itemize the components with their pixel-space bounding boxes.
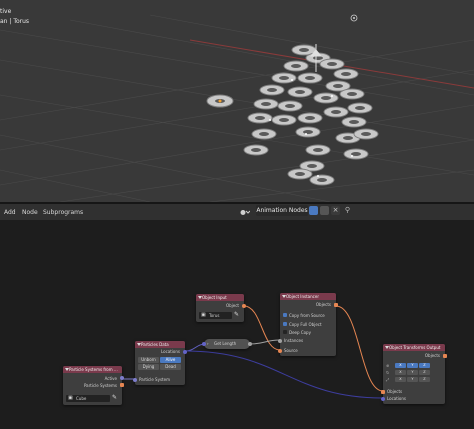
object-field-value: Torus xyxy=(209,313,220,318)
loc-x-toggle[interactable]: X xyxy=(395,363,406,368)
node-title: Particles Data xyxy=(141,342,169,347)
node-get-length[interactable]: › Get Length xyxy=(202,339,252,349)
node-header[interactable]: Particle Systems from ... xyxy=(63,366,122,373)
input-label-source: Source xyxy=(284,348,298,353)
node-title: Object Input xyxy=(202,295,227,300)
copy-from-source-checkbox[interactable] xyxy=(283,313,287,317)
input-label-locations: Locations xyxy=(387,396,407,401)
filter-unborn-button[interactable]: Unborn xyxy=(138,357,159,363)
output-label-objects: Objects xyxy=(424,353,440,358)
output-label-objects: Objects xyxy=(315,302,331,307)
socket-vector-input[interactable] xyxy=(202,342,206,346)
node-title: Get Length xyxy=(214,341,237,346)
output-label-object: Object xyxy=(225,303,239,308)
scale-z-toggle[interactable]: Z xyxy=(419,377,430,382)
location-icon: ⊕ xyxy=(386,363,390,368)
socket-object[interactable] xyxy=(242,304,246,308)
scale-x-toggle[interactable]: X xyxy=(395,377,406,382)
loc-z-toggle[interactable]: Z xyxy=(419,363,430,368)
copy-from-source-label: Copy from Source xyxy=(289,313,325,318)
input-label-objects: Objects xyxy=(387,389,403,394)
socket-locations-input[interactable] xyxy=(381,397,385,401)
object-field[interactable]: ▣ Cube xyxy=(66,395,110,402)
socket-objects-output[interactable] xyxy=(443,354,447,358)
node-header[interactable]: Object Input xyxy=(196,294,244,301)
input-label-instances: Instances xyxy=(284,338,304,343)
torus-object-icon: ▣ xyxy=(201,312,206,318)
menu-node[interactable]: Node xyxy=(22,209,38,216)
socket-particle-systems[interactable] xyxy=(120,383,124,387)
filter-dying-button[interactable]: Dying xyxy=(138,364,159,370)
node-particles-data[interactable]: Particles Data Locations Unborn Alive Dy… xyxy=(133,341,187,385)
input-label-particle-system: Particle System xyxy=(139,377,170,382)
scale-icon: ⤢ xyxy=(386,377,390,382)
eyedropper-icon[interactable]: ✎ xyxy=(112,395,117,401)
deep-copy-checkbox[interactable] xyxy=(283,330,287,334)
filter-dead-button[interactable]: Dead xyxy=(160,364,181,370)
socket-objects-input[interactable] xyxy=(381,390,385,394)
node-title: Object Instancer xyxy=(286,294,319,299)
pin-icon[interactable]: ⚲ xyxy=(343,206,352,215)
cube-object-icon: ▣ xyxy=(68,395,73,401)
node-object-transforms-output[interactable]: Object Transforms Output Objects ⊕ ↻ ⤢ X… xyxy=(381,344,447,404)
object-field[interactable]: ▣ Torus xyxy=(199,312,232,319)
output-label-active: Active xyxy=(104,376,117,381)
rot-y-toggle[interactable]: Y xyxy=(407,370,418,375)
viewport-mode-text: tive xyxy=(0,8,12,15)
duplicate-icon[interactable] xyxy=(320,206,329,215)
node-tree-icon[interactable] xyxy=(240,209,250,216)
object-field-value: Cube xyxy=(76,396,87,401)
node-header[interactable]: Object Instancer xyxy=(280,293,336,300)
filter-alive-button[interactable]: Alive xyxy=(160,357,181,363)
node-editor-header: Add Node Subprograms xyxy=(0,204,474,220)
socket-locations[interactable] xyxy=(183,350,187,354)
rot-x-toggle[interactable]: X xyxy=(395,370,406,375)
rot-z-toggle[interactable]: Z xyxy=(419,370,430,375)
loc-y-toggle[interactable]: Y xyxy=(407,363,418,368)
viewport-grid xyxy=(0,14,474,202)
node-object-instancer[interactable]: Object Instancer Objects Copy from Sourc… xyxy=(278,293,338,356)
node-object-input[interactable]: Object Input Object ▣ Torus ✎ xyxy=(196,294,246,322)
node-tree-name-field[interactable]: Animation Nodes xyxy=(256,205,308,216)
socket-active[interactable] xyxy=(120,376,124,380)
menu-add[interactable]: Add xyxy=(4,209,16,216)
menu-subprograms[interactable]: Subprograms xyxy=(43,209,83,216)
output-label-locations: Locations xyxy=(160,349,180,354)
node-header[interactable]: Object Transforms Output xyxy=(383,344,445,351)
viewport-object-text: an | Torus xyxy=(0,18,30,25)
fake-user-shield-icon[interactable] xyxy=(309,206,318,215)
socket-particle-system-input[interactable] xyxy=(133,378,137,382)
node-title: Object Transforms Output xyxy=(389,345,441,350)
node-title: Particle Systems from ... xyxy=(69,367,118,372)
deep-copy-label: Deep Copy xyxy=(289,330,311,335)
socket-objects[interactable] xyxy=(334,303,338,307)
node-header[interactable]: Particles Data xyxy=(135,341,185,348)
output-label-particle-systems: Particle Systems xyxy=(83,383,117,388)
scale-y-toggle[interactable]: Y xyxy=(407,377,418,382)
node-particle-systems-from-object[interactable]: Particle Systems from ... Active Particl… xyxy=(63,366,124,405)
socket-source[interactable] xyxy=(278,349,282,353)
3d-viewport[interactable]: tive an | Torus xyxy=(0,0,474,202)
copy-full-object-checkbox[interactable] xyxy=(283,322,287,326)
copy-full-object-label: Copy Full Object xyxy=(289,322,322,327)
eyedropper-icon[interactable]: ✎ xyxy=(234,312,239,318)
close-icon[interactable]: × xyxy=(331,206,340,215)
expand-chevron-icon[interactable]: › xyxy=(207,341,209,346)
rotation-icon: ↻ xyxy=(386,370,390,375)
socket-length-output[interactable] xyxy=(248,342,252,346)
socket-instances[interactable] xyxy=(278,339,282,343)
